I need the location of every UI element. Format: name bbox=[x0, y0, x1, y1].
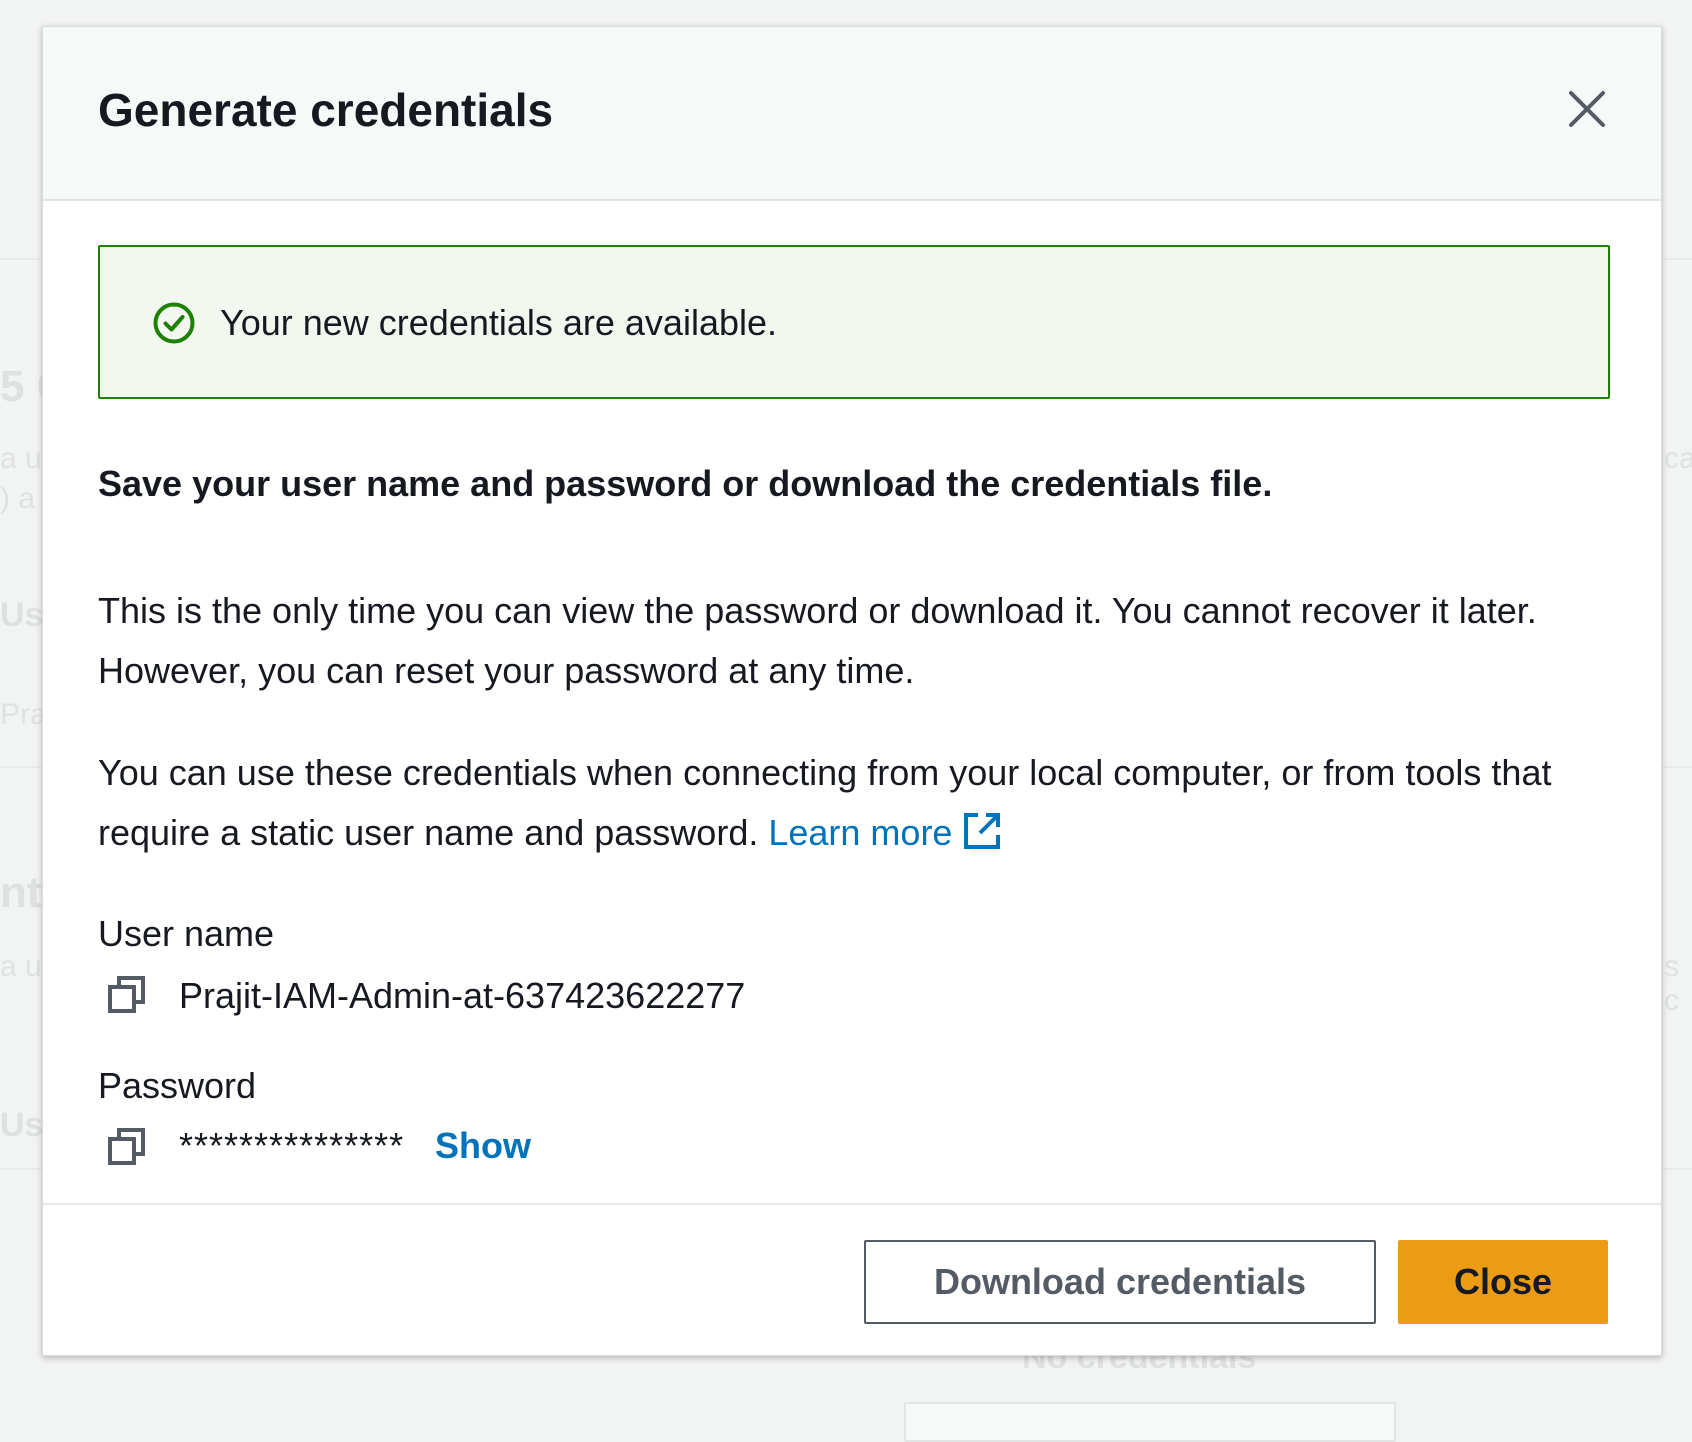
password-label: Password bbox=[98, 1065, 257, 1106]
close-icon[interactable] bbox=[1567, 89, 1607, 129]
learn-more-label: Learn more bbox=[768, 812, 953, 853]
copy-icon[interactable] bbox=[107, 1127, 147, 1167]
footer-divider bbox=[43, 1203, 1661, 1205]
alert-message: Your new credentials are available. bbox=[220, 302, 778, 343]
modal-title: Generate credentials bbox=[98, 84, 554, 136]
bg-text: Us bbox=[0, 1106, 44, 1144]
generate-credentials-modal: Generate credentials Your new credential… bbox=[42, 26, 1662, 1356]
bg-text: s c bbox=[1664, 950, 1679, 1017]
copy-icon[interactable] bbox=[107, 975, 147, 1015]
learn-more-link[interactable]: Learn more bbox=[768, 812, 1002, 853]
save-instructions-heading: Save your user name and password or down… bbox=[98, 463, 1273, 504]
show-password-link[interactable]: Show bbox=[435, 1125, 531, 1167]
bg-text: Us bbox=[0, 596, 44, 634]
modal-header: Generate credentials bbox=[43, 27, 1661, 201]
username-value: Prajit-IAM-Admin-at-637423622277 bbox=[179, 975, 746, 1016]
info-paragraph: This is the only time you can view the p… bbox=[98, 590, 1537, 691]
success-alert: Your new credentials are available. bbox=[98, 245, 1610, 399]
bg-text: Pra bbox=[0, 698, 47, 731]
bg-text: ca bbox=[1664, 442, 1692, 475]
usage-paragraph: You can use these credentials when conne… bbox=[98, 743, 1618, 863]
external-link-icon bbox=[964, 813, 1001, 849]
download-credentials-button[interactable]: Download credentials bbox=[864, 1240, 1376, 1324]
check-circle-icon bbox=[153, 302, 195, 344]
username-label: User name bbox=[98, 913, 275, 954]
bg-button bbox=[904, 1402, 1396, 1442]
close-button[interactable]: Close bbox=[1398, 1240, 1608, 1324]
password-value: *************** bbox=[179, 1125, 405, 1166]
bg-text: ) a bbox=[0, 482, 36, 515]
